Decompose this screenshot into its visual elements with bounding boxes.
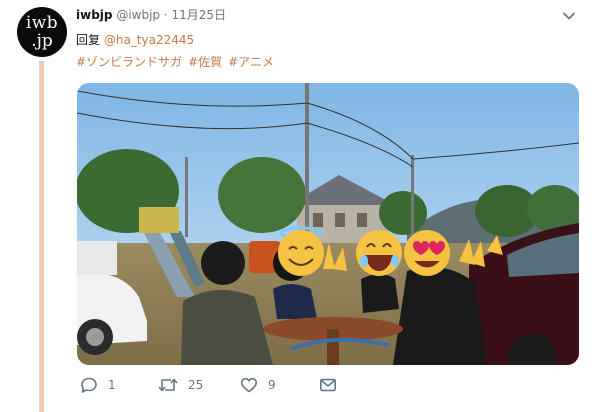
like-count: 9 [268,378,276,392]
retweet-count: 25 [188,378,204,392]
header-separator: · [163,8,168,22]
like-button[interactable]: 9 [240,376,276,394]
hashtag-link[interactable]: #アニメ [228,55,274,69]
halo-smile-emoji [278,226,324,276]
display-name[interactable]: iwbjp [76,8,113,22]
laughing-emoji [356,230,402,276]
reply-button[interactable]: 1 [80,376,116,394]
avatar[interactable]: iwb .jp [17,7,67,57]
retweet-icon [158,378,178,392]
hashtag-link[interactable]: #佐賀 [188,55,222,69]
direct-message-button[interactable] [319,376,337,394]
photo-scene [77,83,579,365]
reply-prefix: 回复 [76,33,101,47]
reply-context: 回复 @ha_tya22445 [76,31,194,48]
like-icon [241,377,257,393]
tweet-photo[interactable] [77,83,579,365]
thread-line [39,61,44,412]
heart-eyes-emoji [404,230,450,276]
reply-icon [81,377,97,393]
message-icon [319,378,336,392]
user-handle[interactable]: @iwbjp [116,8,160,22]
tweet-actions: 1 25 9 [76,376,376,400]
tweet-header: iwbjp @iwbjp · 11月25日 [76,6,226,23]
reply-count: 1 [108,378,116,392]
hashtag-link[interactable]: #ゾンビランドサガ [76,55,182,69]
retweet-button[interactable]: 25 [158,376,203,394]
more-options-button[interactable] [561,8,577,24]
chevron-down-icon [563,12,575,20]
avatar-logo-line2: .jp [31,30,53,51]
avatar-logo-line1: iwb [25,12,59,33]
reply-mention-link[interactable]: @ha_tya22445 [104,33,194,47]
tweet-date[interactable]: 11月25日 [172,8,227,22]
hashtag-list: #ゾンビランドサガ #佐賀 #アニメ [76,53,280,70]
